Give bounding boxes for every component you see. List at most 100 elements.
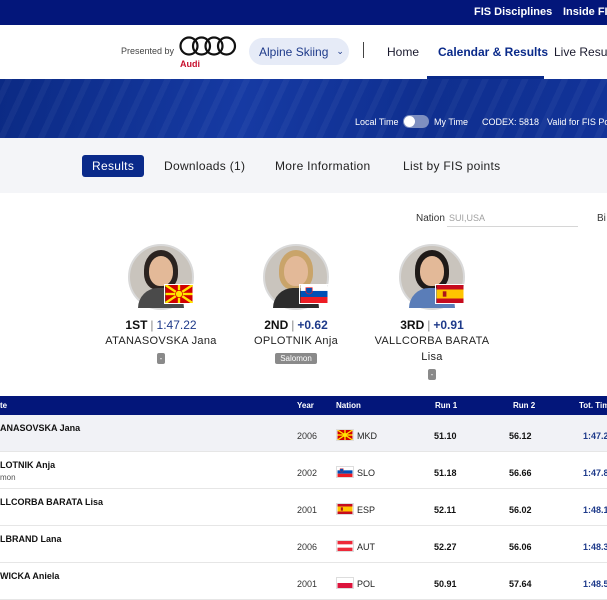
esp-flag-icon: [435, 284, 465, 304]
slo-flag-icon: [336, 466, 354, 478]
tab-more-information[interactable]: More Information: [275, 155, 371, 177]
podium-rank: 2ND: [264, 318, 289, 332]
table-row[interactable]: WICKA Aniela 2001 POL 50.91 57.64 1:48.5: [0, 563, 607, 600]
podium-brand-badge: -: [427, 369, 437, 380]
second-filter-label: Bi: [597, 213, 606, 224]
tab-list-by-fis-points[interactable]: List by FIS points: [403, 155, 500, 177]
podium-first[interactable]: 1ST | 1:47.22 ATANASOVSKA Jana -: [96, 244, 226, 366]
slo-flag-icon: [299, 284, 329, 304]
podium-time: +0.62: [297, 318, 328, 332]
row-run2: 57.64: [509, 579, 532, 589]
row-total-time: 1:48.5: [583, 579, 607, 589]
row-total-time: 1:48.1: [583, 505, 607, 515]
podium-athlete-name: VALLCORBA BARATA: [374, 335, 490, 347]
col-run2[interactable]: Run 2: [513, 401, 535, 410]
col-total-time[interactable]: Tot. Tim: [579, 401, 607, 410]
podium-result: 1ST | 1:47.22: [96, 318, 226, 332]
athlete-avatar: [263, 244, 329, 310]
podium-athlete-name: ATANASOVSKA Jana: [105, 335, 217, 347]
athlete-avatar: [399, 244, 465, 310]
valid-for-label: Valid for FIS Po: [547, 117, 607, 127]
nav-calendar-results[interactable]: Calendar & Results: [438, 45, 548, 59]
row-athlete-name: LLCORBA BARATA Lisa: [0, 497, 103, 507]
podium-time: 1:47.22: [156, 318, 197, 332]
discipline-selector-label: Alpine Skiing: [259, 44, 329, 59]
tab-results[interactable]: Results: [82, 155, 145, 177]
row-year: 2001: [297, 505, 318, 515]
results-table-header: te Year Nation Run 1 Run 2 Tot. Tim: [0, 396, 607, 415]
row-athlete-name: LBRAND Lana: [0, 534, 62, 544]
row-run1: 50.91: [434, 579, 457, 589]
col-run1[interactable]: Run 1: [435, 401, 457, 410]
row-nation: ESP: [357, 505, 376, 515]
podium-rank: 1ST: [125, 318, 148, 332]
row-run2: 56.66: [509, 468, 532, 478]
podium-third[interactable]: 3RD | +0.91 VALLCORBA BARATA Lisa -: [367, 244, 497, 382]
col-nation[interactable]: Nation: [336, 401, 361, 410]
col-year[interactable]: Year: [297, 401, 314, 410]
top-bar: FIS Disciplines Inside FIS: [0, 0, 607, 25]
row-run1: 51.18: [434, 468, 457, 478]
row-nation: MKD: [357, 431, 377, 441]
row-nation: SLO: [357, 468, 376, 478]
row-year: 2001: [297, 579, 318, 589]
row-run2: 56.02: [509, 505, 532, 515]
row-run2: 56.06: [509, 542, 532, 552]
row-athlete-brand: mon: [0, 473, 16, 482]
row-run1: 52.27: [434, 542, 457, 552]
podium-rank: 3RD: [400, 318, 425, 332]
time-toggle[interactable]: [403, 115, 429, 128]
row-nation: AUT: [357, 542, 375, 552]
row-total-time: 1:47.8: [583, 468, 607, 478]
inside-fis-link[interactable]: Inside FIS: [563, 6, 607, 18]
podium-separator: |: [150, 318, 154, 332]
podium-result: 3RD | +0.91: [367, 318, 497, 332]
table-row[interactable]: LOTNIK Anja mon 2002 SLO 51.18 56.66 1:4…: [0, 452, 607, 489]
mkd-flag-icon: [164, 284, 194, 304]
discipline-selector[interactable]: Alpine Skiing ⌄: [249, 38, 349, 65]
col-athlete[interactable]: te: [0, 401, 7, 410]
presented-by-label: Presented by: [121, 46, 175, 56]
nation-filter-input[interactable]: SUI,USA: [447, 210, 578, 227]
aut-flag-icon: [336, 540, 354, 552]
podium-separator: |: [427, 318, 431, 332]
athlete-avatar: [128, 244, 194, 310]
chevron-down-icon: ⌄: [336, 46, 344, 56]
row-year: 2006: [297, 431, 318, 441]
toggle-knob: [404, 116, 415, 127]
results-tabs: Results Downloads (1) More Information L…: [0, 138, 607, 193]
tab-downloads[interactable]: Downloads (1): [164, 155, 245, 177]
nav-live-results[interactable]: Live Results: [554, 45, 607, 59]
row-total-time: 1:48.3: [583, 542, 607, 552]
avatar-face: [149, 256, 173, 286]
event-hero: Local Time My Time CODEX: 5818 Valid for…: [0, 79, 607, 138]
codex-label: CODEX: 5818: [482, 117, 540, 127]
pol-flag-icon: [336, 577, 354, 589]
row-athlete-name: LOTNIK Anja: [0, 460, 56, 470]
podium-result: 2ND | +0.62: [231, 318, 361, 332]
podium-brand-badge: Salomon: [275, 353, 317, 364]
row-total-time: 1:47.2: [583, 431, 607, 441]
podium-separator: |: [291, 318, 295, 332]
fis-disciplines-link[interactable]: FIS Disciplines: [474, 6, 552, 18]
table-row[interactable]: ANASOVSKA Jana 2006 MKD 51.10 56.12 1:47…: [0, 415, 607, 452]
podium-athlete-name-line2: Lisa: [421, 351, 443, 363]
row-run2: 56.12: [509, 431, 532, 441]
podium-time: +0.91: [433, 318, 464, 332]
sponsor-name: Audi: [180, 59, 200, 69]
podium-second[interactable]: 2ND | +0.62 OPLOTNIK Anja Salomon: [231, 244, 361, 366]
nation-filter-label: Nation: [416, 213, 445, 224]
nav-divider: [363, 42, 364, 58]
nav-home[interactable]: Home: [387, 45, 419, 59]
main-nav: Presented by Audi Alpine Skiing ⌄ Home C…: [0, 25, 607, 79]
row-nation: POL: [357, 579, 376, 589]
avatar-face: [420, 256, 444, 286]
table-row[interactable]: LBRAND Lana 2006 AUT 52.27 56.06 1:48.3: [0, 526, 607, 563]
row-run1: 51.10: [434, 431, 457, 441]
podium-brand-badge: -: [156, 353, 166, 364]
row-run1: 52.11: [434, 505, 457, 515]
table-row[interactable]: LLCORBA BARATA Lisa 2001 ESP 52.11 56.02…: [0, 489, 607, 526]
avatar-face: [284, 256, 308, 286]
row-athlete-name: WICKA Aniela: [0, 571, 60, 581]
row-year: 2002: [297, 468, 318, 478]
